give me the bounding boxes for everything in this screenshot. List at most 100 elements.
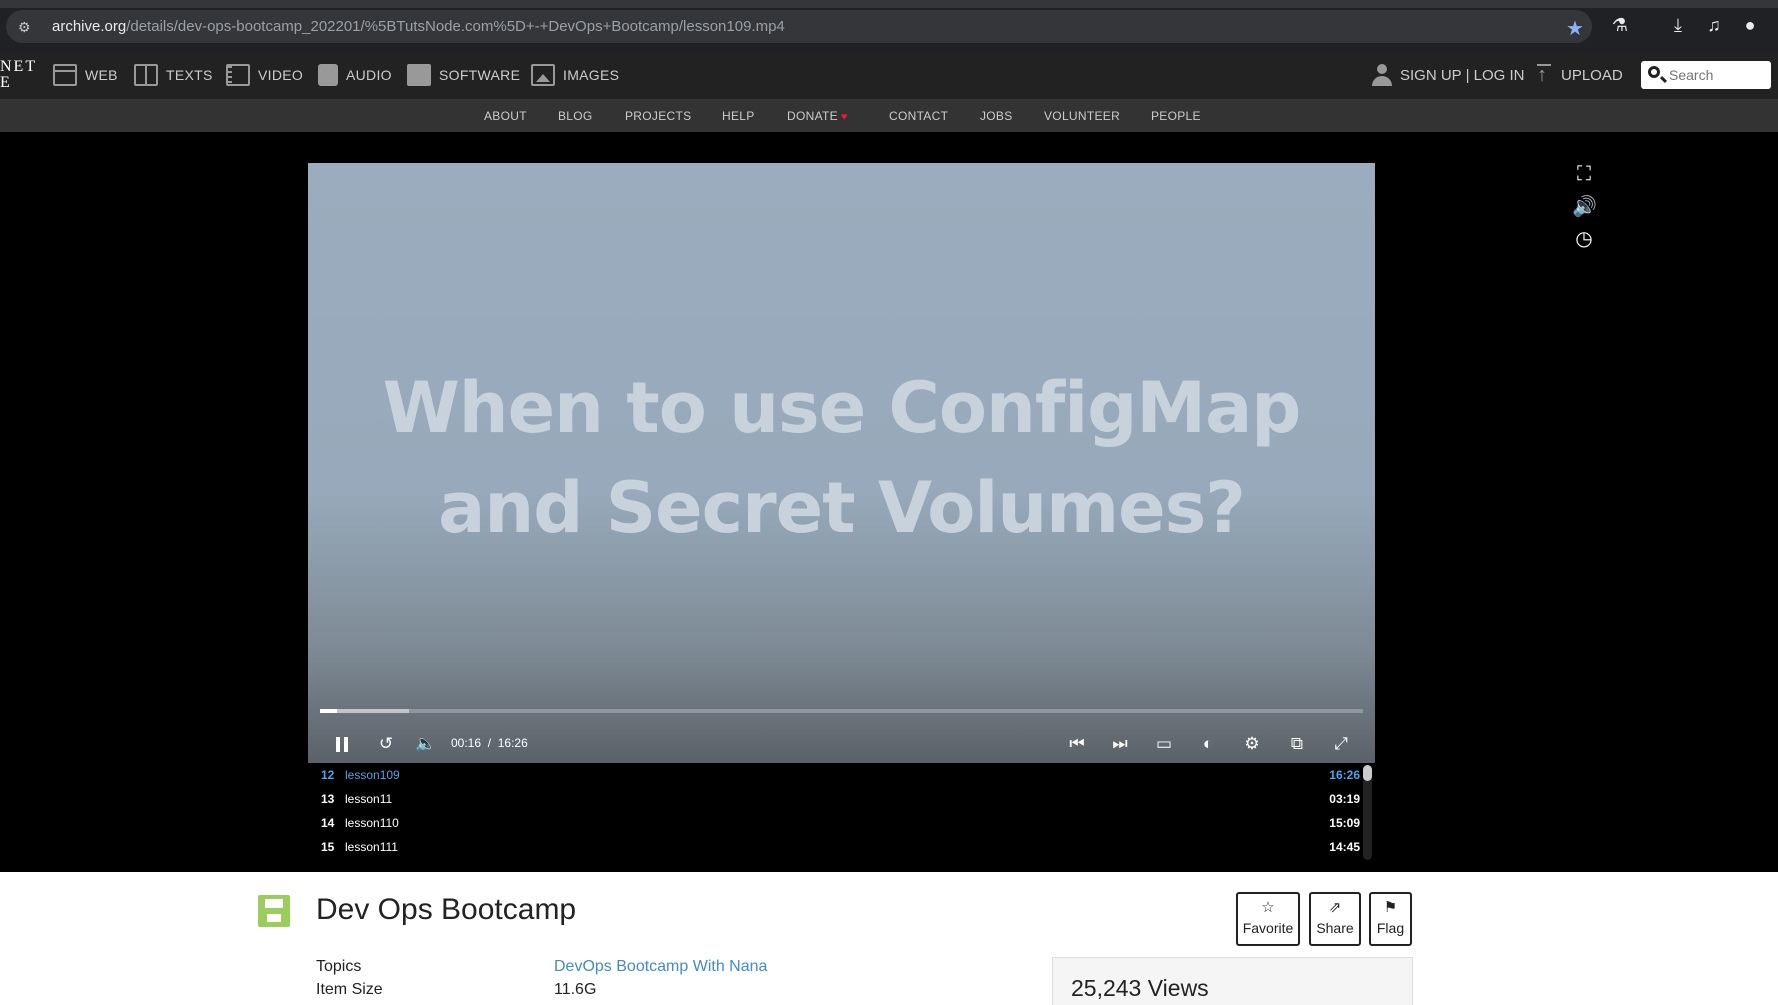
video-title-line2: and Secret Volumes? <box>438 467 1246 549</box>
fullscreen-button[interactable]: ⤢ <box>1329 732 1353 756</box>
nav-images-label: IMAGES <box>563 67 620 83</box>
share-label: Share <box>1316 920 1354 936</box>
nav-texts[interactable]: TEXTS <box>134 62 213 88</box>
nav-software[interactable]: SOFTWARE <box>407 62 520 88</box>
playlist-duration: 03:19 <box>1329 792 1360 806</box>
subnav-donate-label: DONATE <box>787 109 838 123</box>
signup-login-link[interactable]: SIGN UP | LOG IN <box>1372 62 1524 88</box>
subnav-people[interactable]: PEOPLE <box>1151 109 1201 123</box>
subnav-blog[interactable]: BLOG <box>558 109 593 123</box>
time-display: 00:16 / 16:26 <box>451 736 528 750</box>
favorite-button[interactable]: ☆ Favorite <box>1236 892 1300 946</box>
subnav-volunteer[interactable]: VOLUNTEER <box>1044 109 1120 123</box>
nav-images[interactable]: IMAGES <box>531 62 619 88</box>
search-box[interactable] <box>1641 61 1771 89</box>
playlist-number: 12 <box>321 768 335 782</box>
picture-in-picture-button[interactable]: ⧉ <box>1285 732 1309 756</box>
playlist-name: lesson111 <box>345 840 398 854</box>
current-time: 00:16 <box>451 736 482 750</box>
star-outline-icon: ☆ <box>1261 899 1275 916</box>
video-icon <box>226 64 250 86</box>
playlist-row[interactable]: 14 lesson110 15:09 <box>308 811 1375 835</box>
rewind-10-button[interactable]: ↺ <box>374 732 398 756</box>
expand-arrows-icon: ⛶ <box>1577 163 1591 185</box>
subnav-donate[interactable]: DONATE ♥ <box>787 109 848 123</box>
nav-video[interactable]: VIDEO <box>226 62 303 88</box>
video-player[interactable]: When to use ConfigMap and Secret Volumes… <box>308 163 1375 763</box>
search-icon[interactable] <box>1648 66 1660 78</box>
mute-button[interactable]: 🔈 <box>414 732 438 756</box>
nav-web[interactable]: WEB <box>53 62 118 88</box>
upload-link[interactable]: UPLOAD <box>1535 62 1623 88</box>
browser-toolbar: ⚙ archive.org/details/dev-ops-bootcamp_2… <box>0 0 1778 51</box>
seek-bar-progress <box>320 709 337 713</box>
playlist-row[interactable]: 13 lesson11 03:19 <box>308 787 1375 811</box>
ia-logo[interactable]: NET E <box>0 59 37 91</box>
site-settings-icon[interactable]: ⚙ <box>18 19 34 35</box>
nav-software-label: SOFTWARE <box>439 67 521 83</box>
ia-sub-nav: ABOUT BLOG PROJECTS HELP DONATE ♥ CONTACT… <box>0 99 1778 132</box>
subnav-help[interactable]: HELP <box>722 109 755 123</box>
rewind-10-icon: ↺ <box>378 734 394 753</box>
skip-next-icon: ⏭ <box>1112 734 1128 753</box>
playlist-row[interactable]: 15 lesson111 14:45 <box>308 835 1375 859</box>
gear-icon: ⚙ <box>1244 734 1260 753</box>
upload-icon <box>1535 64 1553 86</box>
item-title: Dev Ops Bootcamp <box>316 893 577 926</box>
search-input[interactable] <box>1669 65 1765 85</box>
subnav-projects[interactable]: PROJECTS <box>625 109 691 123</box>
pip-icon: ⧉ <box>1290 734 1304 753</box>
meta-value-item-size: 11.6G <box>554 981 597 998</box>
cast-button[interactable]: ▭ <box>1152 732 1176 756</box>
nav-video-label: VIDEO <box>258 67 304 83</box>
playlist-scrollbar[interactable] <box>1363 765 1372 860</box>
seek-bar[interactable] <box>320 709 1363 713</box>
subnav-about[interactable]: ABOUT <box>484 109 527 123</box>
url-host: archive.org <box>52 18 127 35</box>
playlist-duration: 16:26 <box>1329 768 1360 782</box>
download-icon[interactable]: ⤓ <box>1667 14 1689 36</box>
audio-icon <box>318 64 338 86</box>
profile-icon[interactable]: ● <box>1739 14 1761 36</box>
media-control-icon[interactable]: ♫ <box>1703 14 1725 36</box>
theater-mode-button[interactable]: ◐ <box>1196 732 1220 756</box>
duration-time: 16:26 <box>497 736 528 750</box>
nav-texts-label: TEXTS <box>166 67 213 83</box>
heart-icon: ♥ <box>840 111 848 123</box>
playlist-duration: 14:45 <box>1329 840 1360 854</box>
pause-button[interactable] <box>330 732 354 756</box>
settings-button[interactable]: ⚙ <box>1240 732 1264 756</box>
tab-strip <box>0 0 1778 8</box>
subnav-contact[interactable]: CONTACT <box>889 109 948 123</box>
playlist-scroll-thumb[interactable] <box>1363 765 1372 781</box>
playlist-duration: 15:09 <box>1329 816 1360 830</box>
nav-audio[interactable]: AUDIO <box>318 62 392 88</box>
playlist-number: 15 <box>321 840 335 854</box>
bookmark-star-icon[interactable]: ★ <box>1566 16 1584 41</box>
address-bar[interactable]: ⚙ archive.org/details/dev-ops-bootcamp_2… <box>6 10 1592 43</box>
subnav-jobs[interactable]: JOBS <box>980 109 1013 123</box>
share-button[interactable]: ⇗ Share <box>1309 892 1361 946</box>
playlist-number: 14 <box>321 816 335 830</box>
share-icon: ⇗ <box>1328 899 1342 916</box>
meta-value-topics-link[interactable]: DevOps Bootcamp With Nana <box>554 958 767 976</box>
theatre-expand-button[interactable]: ⛶ <box>1572 162 1596 186</box>
theatre-history-button[interactable]: ◷ <box>1572 227 1596 251</box>
signup-login-label: SIGN UP | LOG IN <box>1400 66 1525 84</box>
software-floppy-icon <box>258 895 290 927</box>
next-track-button[interactable]: ⏭ <box>1108 732 1132 756</box>
flag-button[interactable]: ⚑ Flag <box>1369 892 1412 946</box>
pause-icon-bar <box>344 737 348 752</box>
logo-text-line2: E <box>0 74 12 91</box>
video-title-line1: When to use ConfigMap <box>382 367 1302 449</box>
nav-audio-label: AUDIO <box>346 67 392 83</box>
url-text[interactable]: archive.org/details/dev-ops-bootcamp_202… <box>52 18 785 35</box>
software-icon <box>407 64 431 86</box>
favorite-label: Favorite <box>1242 920 1294 936</box>
previous-track-button[interactable]: ⏮ <box>1065 732 1089 756</box>
playlist-name: lesson109 <box>345 768 400 782</box>
theatre-volume-button[interactable]: 🔊 <box>1572 195 1597 219</box>
labs-flask-icon[interactable]: ⚗ <box>1609 14 1631 36</box>
time-separator: / <box>487 736 492 750</box>
playlist-row[interactable]: 12 lesson109 16:26 <box>308 763 1375 787</box>
